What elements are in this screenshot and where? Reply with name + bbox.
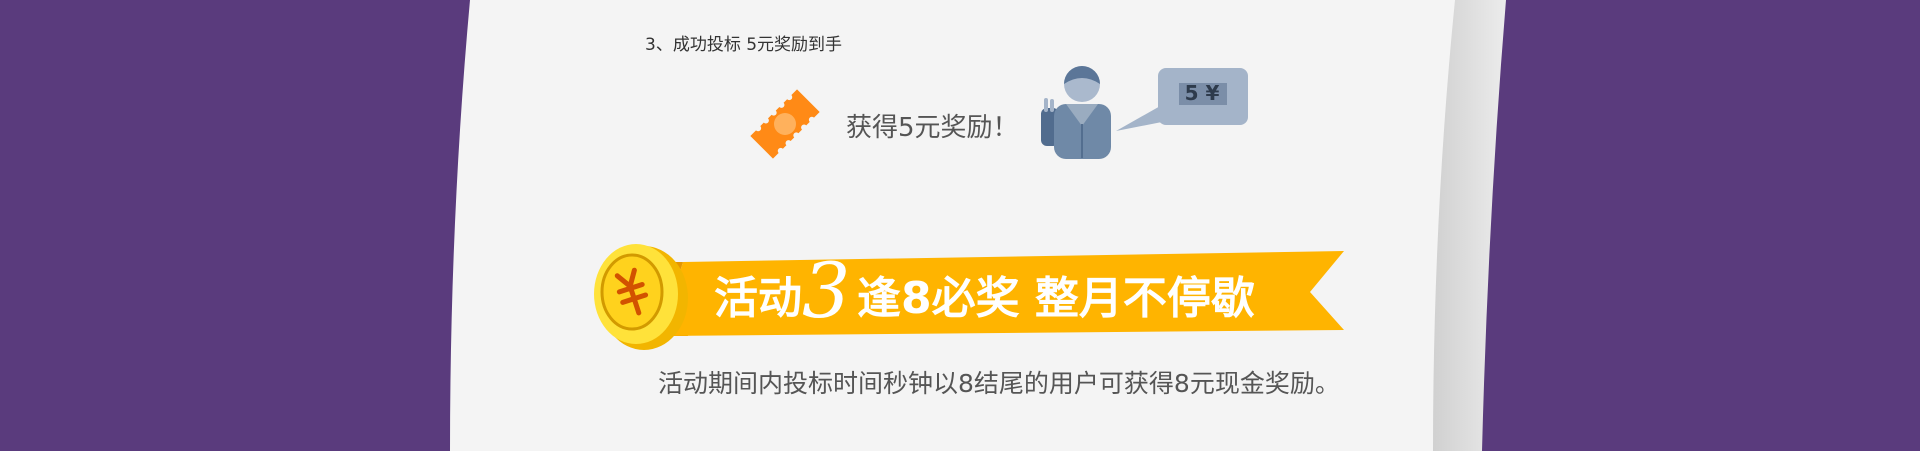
banner-slogan: 逢8必奖 整月不停歇 <box>857 273 1255 324</box>
activity-description: 活动期间内投标时间秒钟以8结尾的用户可获得8元现金奖励。 <box>658 369 1340 398</box>
reward-text: 获得5元奖励！ <box>846 113 1019 143</box>
step-title: 3、成功投标 5元奖励到手 <box>645 35 843 55</box>
promo-page: 3、成功投标 5元奖励到手 获得5元奖励！ 5 ¥ 活动 3 逢8必奖 整月不停… <box>0 0 1920 451</box>
bubble-label: 5 ¥ <box>1184 81 1220 105</box>
banner-activity-label: 活动 <box>714 273 802 324</box>
banner-activity-number: 3 <box>802 246 851 335</box>
